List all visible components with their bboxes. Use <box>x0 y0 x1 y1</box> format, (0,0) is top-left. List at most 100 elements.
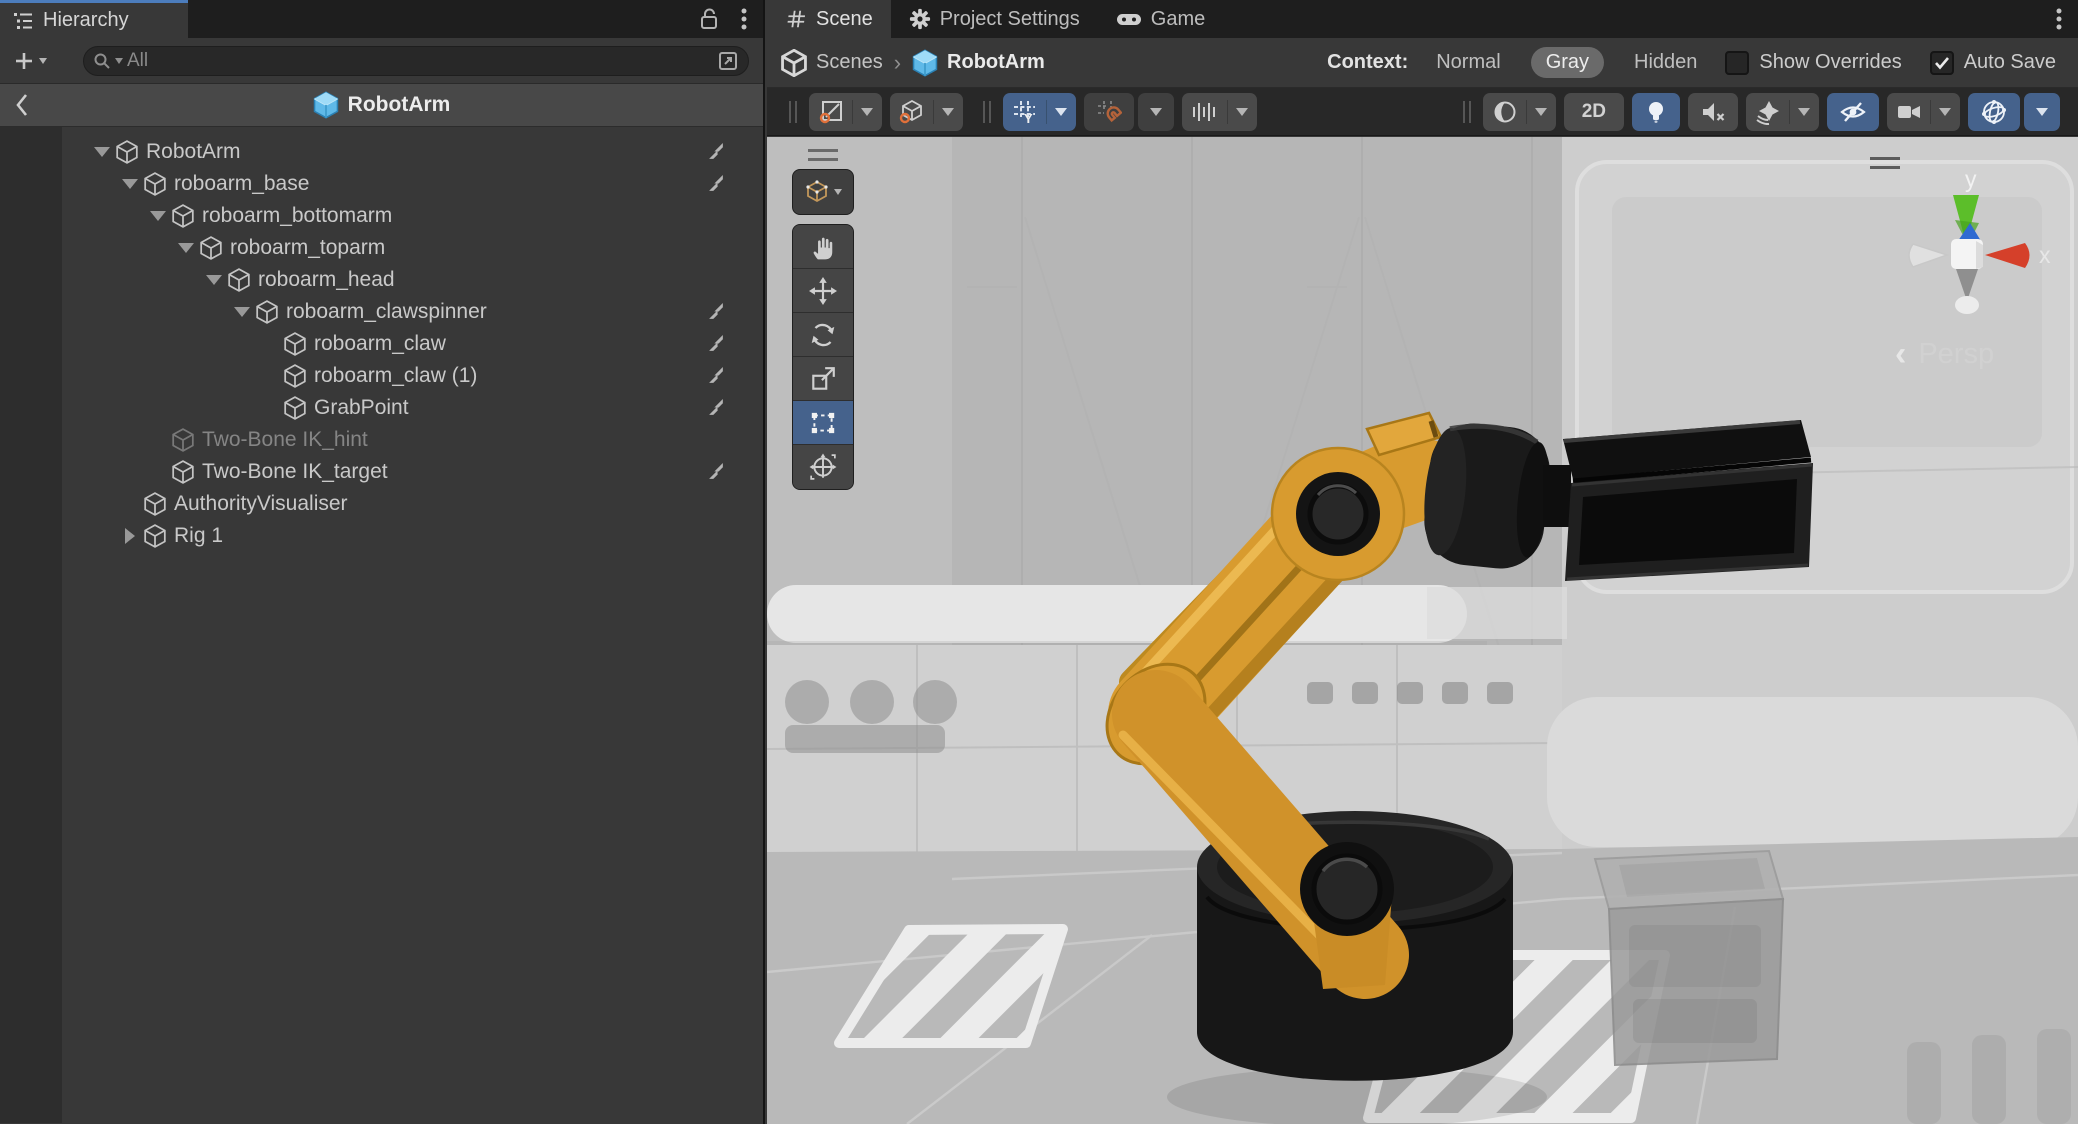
scene-viewport[interactable]: y x ‹ Persp <box>767 137 2078 1124</box>
tree-row[interactable]: roboarm_clawspinner <box>0 296 763 328</box>
2d-toggle-button[interactable]: 2D <box>1564 93 1624 131</box>
grid-snapping-caret <box>1150 108 1162 116</box>
picking-badge-icon[interactable] <box>708 335 725 353</box>
picking-badge-icon[interactable] <box>708 143 725 161</box>
tree-row[interactable]: roboarm_head <box>0 264 763 296</box>
scale-tool[interactable] <box>793 357 853 401</box>
gizmos-caret-button[interactable] <box>2024 93 2060 131</box>
gameobject-cube-icon <box>284 364 306 388</box>
tree-row[interactable]: roboarm_claw <box>0 328 763 360</box>
search-filter-caret[interactable] <box>115 58 123 64</box>
picking-badge-icon[interactable] <box>708 367 725 385</box>
tree-row[interactable]: roboarm_base <box>0 168 763 200</box>
context-options: Normal Gray Hidden <box>1436 47 1697 78</box>
camera-overlay-button[interactable] <box>1887 93 1960 131</box>
foldout-arrow-icon[interactable] <box>202 275 226 285</box>
auto-save-checkbox[interactable] <box>1930 51 1954 75</box>
lightbulb-icon <box>1644 99 1668 125</box>
gizmos-toggle-button[interactable] <box>1968 93 2020 131</box>
picking-badge-icon[interactable] <box>708 175 725 193</box>
transform-tool[interactable] <box>793 445 853 489</box>
scene-visibility-toggle[interactable] <box>1827 93 1879 131</box>
show-overrides-checkbox[interactable] <box>1725 51 1749 75</box>
perspective-indicator[interactable]: ‹ Persp <box>1895 335 1994 374</box>
tool-handle-position-caret[interactable] <box>861 108 873 116</box>
scene-orientation-gizmo[interactable]: y x <box>1867 165 2077 325</box>
tree-row[interactable]: Rig 1 <box>0 520 763 552</box>
grid-snapping-button[interactable] <box>1084 93 1134 131</box>
tool-handle-position-button[interactable] <box>809 93 882 131</box>
tree-row[interactable]: roboarm_toparm <box>0 232 763 264</box>
camera-overlay-caret[interactable] <box>1939 108 1951 116</box>
tree-row[interactable]: roboarm_bottomarm <box>0 200 763 232</box>
kebab-menu-icon[interactable] <box>741 7 747 31</box>
auto-save-toggle[interactable]: Auto Save <box>1930 51 2056 75</box>
picking-badge-icon[interactable] <box>708 303 725 321</box>
foldout-arrow-icon[interactable] <box>118 179 142 189</box>
lock-icon[interactable] <box>699 7 721 31</box>
tree-row[interactable]: Two-Bone IK_target <box>0 456 763 488</box>
breadcrumb-root[interactable]: Scenes <box>816 51 883 74</box>
gizmos-caret <box>2036 108 2048 116</box>
gizmo-y-label[interactable]: y <box>1965 166 1977 192</box>
gizmo-x-axis-cone[interactable] <box>1985 243 2030 268</box>
scene-grid-icon <box>785 8 807 30</box>
toolbar-drag-handle[interactable] <box>789 101 797 123</box>
snap-increment-caret[interactable] <box>1236 108 1248 116</box>
tools-overlay-drag-handle[interactable] <box>808 149 838 161</box>
context-option-normal[interactable]: Normal <box>1436 51 1500 74</box>
effects-visibility-button[interactable] <box>1746 93 1819 131</box>
tool-context-button[interactable] <box>792 169 854 215</box>
gameobject-cube-icon <box>284 396 306 420</box>
tree-row[interactable]: RobotArm <box>0 136 763 168</box>
prefab-back-button[interactable] <box>14 92 30 118</box>
foldout-arrow-icon[interactable] <box>90 147 114 157</box>
tab-project-settings[interactable]: Project Settings <box>891 0 1098 38</box>
effects-caret[interactable] <box>1798 108 1810 116</box>
perspective-chevron-icon[interactable]: ‹ <box>1895 335 1906 374</box>
toolbar-drag-handle-2[interactable] <box>983 101 991 123</box>
grid-snapping-caret-button[interactable] <box>1138 93 1174 131</box>
grid-visibility-button[interactable]: Y <box>1003 93 1076 131</box>
foldout-arrow-icon[interactable] <box>118 528 142 544</box>
scene-lighting-toggle[interactable] <box>1632 93 1680 131</box>
tree-row[interactable]: Two-Bone IK_hint <box>0 424 763 456</box>
foldout-arrow-icon[interactable] <box>230 307 254 317</box>
scene-tab-label: Scene <box>816 8 873 31</box>
tab-hierarchy[interactable]: Hierarchy <box>0 0 188 38</box>
tree-row[interactable]: roboarm_claw (1) <box>0 360 763 392</box>
snap-increment-button[interactable] <box>1182 93 1257 131</box>
picking-badge-icon[interactable] <box>708 399 725 417</box>
tree-row[interactable]: AuthorityVisualiser <box>0 488 763 520</box>
grid-visibility-caret[interactable] <box>1055 108 1067 116</box>
gizmo-x-label[interactable]: x <box>2039 242 2051 268</box>
tab-scene[interactable]: Scene <box>767 0 891 38</box>
toolbar-drag-handle-3[interactable] <box>1463 101 1471 123</box>
prefab-context-bar: Scenes › RobotArm Context: NormalGrayHid… <box>767 38 2078 88</box>
create-object-button[interactable] <box>14 51 47 71</box>
rect-tool[interactable] <box>793 401 853 445</box>
tool-handle-rotation-button[interactable] <box>890 93 963 131</box>
view-hand-tool[interactable] <box>793 225 853 269</box>
tree-row[interactable]: GrabPoint <box>0 392 763 424</box>
show-overrides-toggle[interactable]: Show Overrides <box>1725 51 1901 75</box>
foldout-arrow-icon[interactable] <box>146 211 170 221</box>
gizmo-left-cone[interactable] <box>1909 244 1947 267</box>
rotate-tool[interactable] <box>793 313 853 357</box>
context-option-hidden[interactable]: Hidden <box>1634 51 1697 74</box>
search-input[interactable] <box>127 50 713 72</box>
draw-mode-caret[interactable] <box>1535 108 1547 116</box>
tool-handle-rotation-caret[interactable] <box>942 108 954 116</box>
2d-label: 2D <box>1576 101 1612 123</box>
gameobject-cube-icon <box>116 140 138 164</box>
scene-audio-toggle[interactable] <box>1688 93 1738 131</box>
context-option-gray[interactable]: Gray <box>1531 47 1604 78</box>
tab-game[interactable]: Game <box>1098 0 1223 38</box>
search-field[interactable] <box>83 46 749 76</box>
scene-kebab-menu-icon[interactable] <box>2056 7 2062 31</box>
open-search-window-icon[interactable] <box>717 50 739 72</box>
foldout-arrow-icon[interactable] <box>174 243 198 253</box>
picking-badge-icon[interactable] <box>708 463 725 481</box>
move-tool[interactable] <box>793 269 853 313</box>
draw-mode-button[interactable] <box>1483 93 1556 131</box>
